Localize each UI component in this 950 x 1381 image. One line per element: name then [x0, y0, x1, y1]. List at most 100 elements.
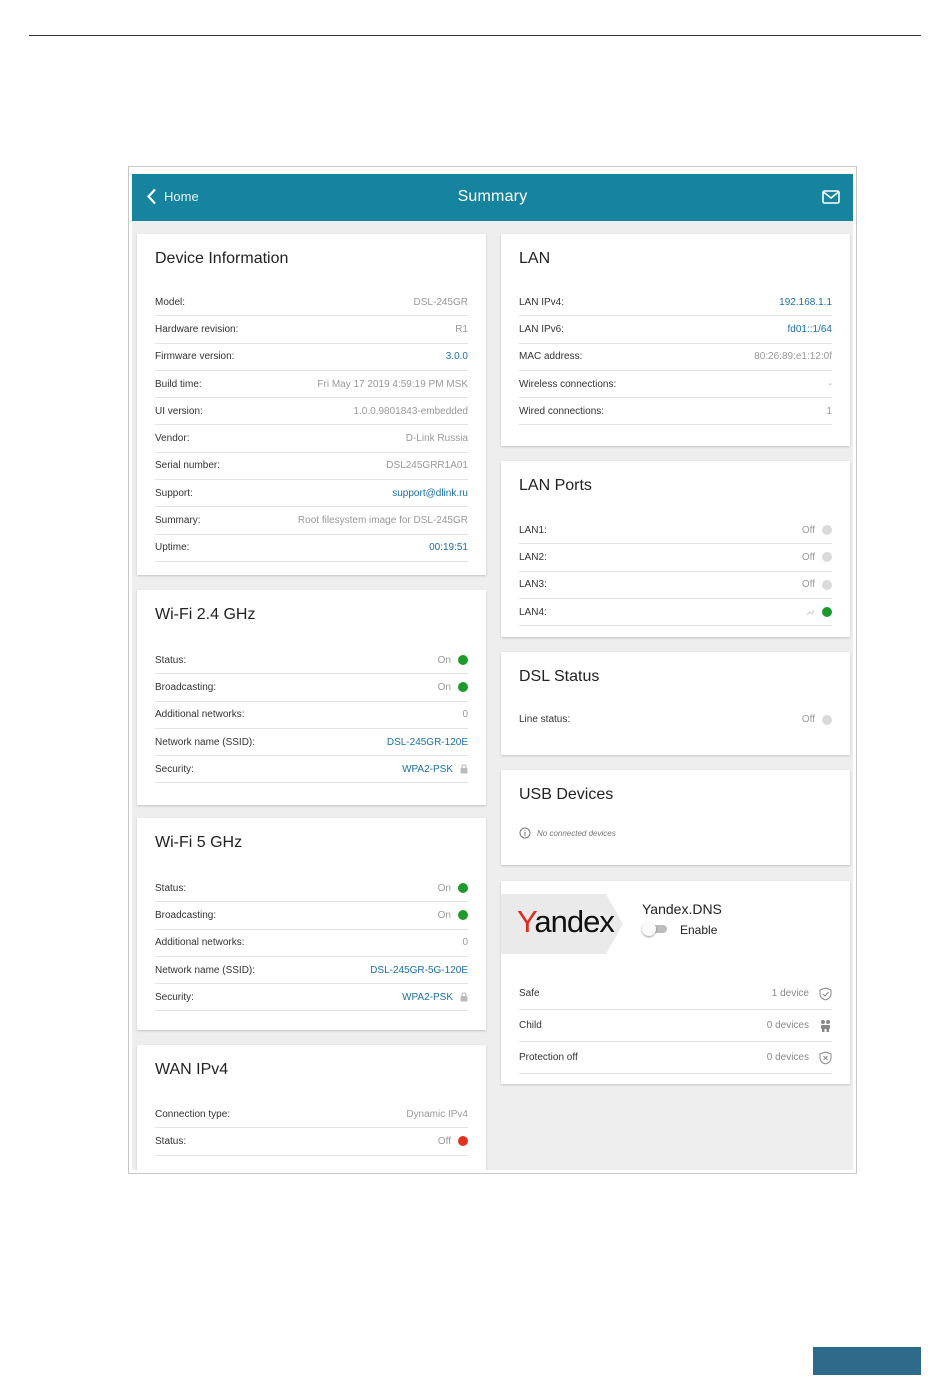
row-label: UI version:: [155, 405, 203, 417]
yandex-enable-toggle[interactable]: [642, 922, 668, 936]
row-label: Wireless connections:: [519, 378, 617, 390]
table-row: Broadcasting: On: [155, 674, 468, 702]
ssid-link[interactable]: DSL-245GR-5G-120E: [370, 965, 468, 976]
table-row: Uptime: 00:19:51: [155, 535, 468, 562]
device-count: 1 device: [771, 988, 809, 999]
value-text: 80:26:89:e1:12:0f: [754, 351, 832, 363]
mode-label: Child: [519, 1020, 542, 1031]
mode-value: 0 devices: [766, 1050, 832, 1065]
table-row: Status: Off: [155, 1128, 468, 1156]
row-value: On: [438, 883, 468, 894]
card-title: Wi-Fi 2.4 GHz: [155, 606, 256, 623]
dsl-status-card: DSL Status Line status: Off: [501, 652, 850, 755]
row-label: Additional networks:: [155, 709, 245, 721]
status-dot: [458, 910, 468, 921]
mail-icon[interactable]: [822, 190, 840, 204]
row-value: support@dlink.ru: [392, 488, 468, 499]
wifi-24-rows: Status: On Broadcasting: On Additional net…: [155, 647, 468, 784]
wifi-5-rows: Status: On Broadcasting: On Additional net…: [155, 875, 468, 1012]
card-title: Wi-Fi 5 GHz: [155, 834, 243, 851]
yandex-mode-rows: Safe 1 device Child 0 devices Protection o…: [519, 978, 832, 1074]
child-icon: [821, 1019, 830, 1032]
table-row: Broadcasting: On: [155, 902, 468, 930]
wifi-24-card: Wi-Fi 2.4 GHz Status: On Broadcasting: On …: [137, 590, 486, 805]
yandex-logo-y: Y: [517, 904, 535, 939]
value-text: DSL245GRR1A01: [386, 460, 468, 472]
card-title: LAN Ports: [519, 477, 592, 494]
row-value: 3.0.0: [446, 351, 468, 362]
row-value: Off: [802, 579, 832, 590]
table-row: Connection type: Dynamic IPv4: [155, 1101, 468, 1129]
list-item[interactable]: Child 0 devices: [519, 1010, 832, 1042]
row-value: R1: [455, 324, 468, 335]
row-value: DSL-245GR-5G-120E: [370, 965, 468, 976]
device-info-rows: Model: DSL-245GR Hardware revision: R1 Fir…: [155, 289, 468, 562]
ssid-link[interactable]: DSL-245GR-120E: [387, 737, 468, 748]
security-link[interactable]: WPA2-PSK: [402, 764, 453, 775]
lan-rows: LAN IPv4: 192.168.1.1 LAN IPv6: fd01::1/64…: [519, 289, 832, 426]
table-row: Serial number: DSL245GRR1A01: [155, 453, 468, 481]
lan-card: LAN LAN IPv4: 192.168.1.1 LAN IPv6: fd01::…: [501, 234, 850, 446]
value-text: On: [437, 654, 451, 666]
row-label: Build time:: [155, 378, 202, 390]
row-label: Summary:: [155, 515, 201, 527]
status-dot: [458, 682, 468, 693]
device-count: 0 devices: [766, 1020, 809, 1031]
lan-ports-rows: LAN1: Off LAN2: Off LAN3: Off LAN4:: [519, 517, 832, 627]
row-value: D-Link Russia: [406, 433, 468, 444]
support-email-link[interactable]: support@dlink.ru: [392, 488, 468, 499]
screenshot-frame: Home Summary Device Information Model: DS…: [128, 166, 857, 1174]
lan-ipv4-link[interactable]: 192.168.1.1: [779, 297, 832, 308]
device-count: 0 devices: [766, 1052, 809, 1063]
row-label: Additional networks:: [155, 937, 245, 949]
row-value: WPA2-PSK: [402, 992, 468, 1003]
row-value: 1: [826, 406, 832, 417]
table-row: LAN3: Off: [519, 572, 832, 599]
value-text: DSL-245GR: [413, 296, 468, 308]
row-value: Dynamic IPv4: [406, 1109, 468, 1120]
uptime-value: 00:19:51: [429, 542, 468, 554]
row-value: [806, 607, 832, 618]
row-label: LAN4:: [519, 606, 547, 618]
status-dot: [822, 552, 832, 563]
security-link[interactable]: WPA2-PSK: [402, 992, 453, 1003]
firmware-link[interactable]: 3.0.0: [446, 351, 468, 362]
table-row: LAN IPv4: 192.168.1.1: [519, 289, 832, 317]
table-row: Additional networks: 0: [155, 930, 468, 957]
table-row: Wireless connections: -: [519, 371, 832, 399]
lock-icon: [460, 992, 468, 1002]
lan-ipv6-link[interactable]: fd01::1/64: [788, 324, 832, 335]
page-top-rule: [29, 35, 921, 36]
yandex-logo-rest: andex: [534, 904, 614, 939]
lan-ports-card: LAN Ports LAN1: Off LAN2: Off LAN3: Off LAN…: [501, 461, 850, 637]
page-corner-tab: [813, 1347, 921, 1375]
table-row: LAN IPv6: fd01::1/64: [519, 316, 832, 344]
value-text: Off: [801, 714, 815, 726]
table-row: Security: WPA2-PSK: [155, 756, 468, 784]
value-text: On: [437, 909, 451, 921]
row-label: LAN IPv4:: [519, 296, 565, 308]
toggle-knob: [642, 922, 656, 936]
status-dot: [822, 714, 832, 725]
yandex-banner: Yandex: [501, 894, 623, 954]
row-label: Network name (SSID):: [155, 736, 256, 748]
row-value: On: [438, 682, 468, 693]
row-value: Off: [802, 525, 832, 536]
table-row: Line status: Off: [519, 706, 832, 733]
row-label: Security:: [155, 763, 194, 775]
usb-empty-note: No connected devices: [519, 827, 616, 839]
list-item[interactable]: Protection off 0 devices: [519, 1042, 832, 1074]
usb-note-text: No connected devices: [537, 828, 616, 838]
card-title: USB Devices: [519, 786, 614, 803]
row-label: Hardware revision:: [155, 323, 239, 335]
summary-app: Home Summary Device Information Model: DS…: [132, 174, 853, 1170]
wan-rows: Connection type: Dynamic IPv4 Status: Off: [155, 1101, 468, 1156]
row-value: WPA2-PSK: [402, 764, 468, 775]
table-row: MAC address: 80:26:89:e1:12:0f: [519, 344, 832, 371]
row-label: LAN IPv6:: [519, 323, 565, 335]
table-row: Status: On: [155, 647, 468, 675]
value-text: Off: [801, 551, 815, 563]
header-bar: Home Summary: [132, 174, 853, 221]
row-label: Status:: [155, 882, 187, 894]
list-item[interactable]: Safe 1 device: [519, 978, 832, 1010]
